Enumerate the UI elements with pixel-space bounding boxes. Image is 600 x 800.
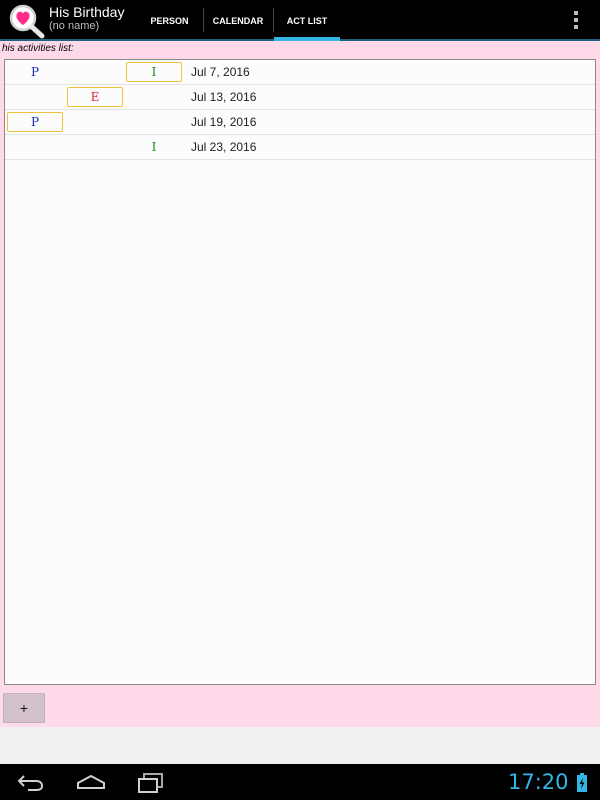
activity-date: Jul 19, 2016	[191, 115, 257, 129]
tab-act-list-label: ACT LIST	[286, 15, 328, 26]
app-title: His Birthday	[49, 4, 125, 20]
action-bar: His Birthday (no name) PERSON CALENDAR A…	[0, 0, 600, 41]
tab-person-label: PERSON	[150, 15, 189, 26]
battery-charging-icon	[576, 773, 588, 797]
heart-magnifier-icon[interactable]	[8, 3, 46, 39]
tab-person[interactable]: PERSON	[137, 0, 202, 41]
system-navigation-bar: 17:20	[0, 764, 600, 800]
activity-date: Jul 13, 2016	[191, 90, 257, 104]
add-activity-button[interactable]: +	[3, 693, 45, 723]
list-label: his activities list:	[2, 43, 74, 54]
home-icon[interactable]	[75, 772, 107, 796]
app-subtitle: (no name)	[49, 20, 100, 32]
activity-mark-p: P	[7, 112, 63, 132]
list-item[interactable]: E Jul 13, 2016	[5, 85, 595, 110]
clock: 17:20	[508, 770, 569, 794]
activity-mark-p: P	[30, 65, 40, 79]
tab-calendar[interactable]: CALENDAR	[204, 0, 272, 41]
activity-date: Jul 7, 2016	[191, 65, 250, 79]
tab-act-list[interactable]: ACT LIST	[274, 0, 340, 41]
activities-list: P I Jul 7, 2016 E Jul 13, 2016 P Jul 19,…	[4, 59, 596, 685]
list-item[interactable]: I Jul 23, 2016	[5, 135, 595, 160]
activity-mark-e: E	[67, 87, 123, 107]
list-item[interactable]: P Jul 19, 2016	[5, 110, 595, 135]
activity-date: Jul 23, 2016	[191, 140, 257, 154]
overflow-menu-icon[interactable]	[568, 9, 584, 31]
content-area: his activities list: P I Jul 7, 2016 E J…	[0, 41, 600, 727]
tab-calendar-label: CALENDAR	[212, 15, 264, 26]
back-icon[interactable]	[16, 772, 46, 796]
recents-icon[interactable]	[136, 772, 166, 798]
list-item[interactable]: P I Jul 7, 2016	[5, 60, 595, 85]
activity-mark-i: I	[126, 62, 182, 82]
activity-mark-i: I	[151, 140, 157, 154]
